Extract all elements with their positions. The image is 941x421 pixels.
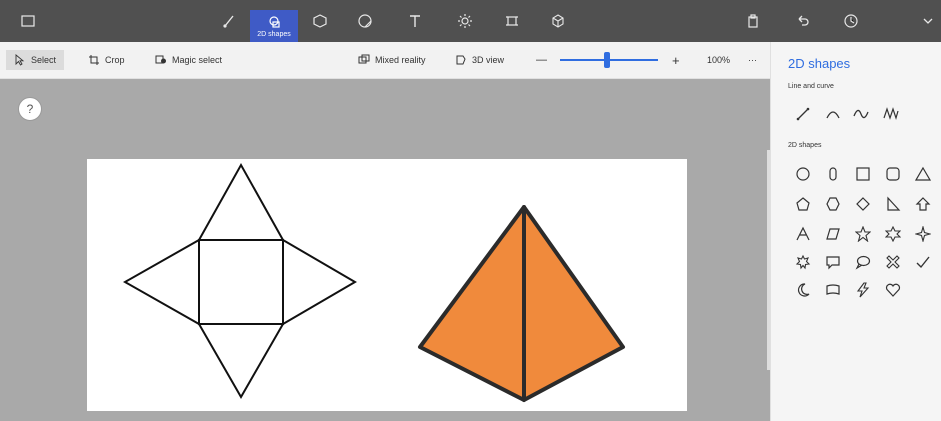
- canvas-icon[interactable]: [494, 0, 530, 42]
- net-triangle-bottom: [197, 323, 285, 400]
- cursor-icon: [15, 54, 25, 66]
- magic-select-button[interactable]: Magic select: [155, 50, 222, 70]
- line-icon[interactable]: [793, 104, 813, 124]
- select-label: Select: [31, 55, 57, 65]
- speech-bubble-round-icon[interactable]: [853, 252, 873, 272]
- square-pyramid[interactable]: [418, 205, 625, 402]
- net-triangle-left: [122, 238, 200, 326]
- cross-icon[interactable]: [883, 252, 903, 272]
- rounded-square-icon[interactable]: [883, 164, 903, 184]
- mixed-reality-icon: [358, 54, 370, 64]
- circle-icon[interactable]: [793, 164, 813, 184]
- zoom-out-button[interactable]: —: [536, 50, 547, 70]
- menu-icon[interactable]: [10, 0, 46, 42]
- stickers-icon[interactable]: [347, 0, 383, 42]
- wave-curve-icon[interactable]: [881, 104, 901, 124]
- panel-title: 2D shapes: [788, 56, 851, 71]
- pentagon-icon[interactable]: [793, 194, 813, 214]
- app-toolbar: 2D shapes: [0, 0, 941, 42]
- 3d-shapes-icon[interactable]: [302, 0, 338, 42]
- shape-section-label: 2D shapes: [788, 142, 822, 149]
- 3d-view-icon: [456, 55, 466, 65]
- square-icon[interactable]: [853, 164, 873, 184]
- s-curve-icon[interactable]: [851, 104, 871, 124]
- help-button[interactable]: ?: [18, 97, 42, 121]
- line-section-label: Line and curve: [788, 83, 834, 90]
- 3d-view-label: 3D view: [472, 55, 505, 65]
- heart-icon[interactable]: [883, 280, 903, 300]
- zoom-level: 100%: [707, 55, 731, 65]
- hexagon-icon[interactable]: [823, 194, 843, 214]
- net-triangle-right: [282, 238, 357, 326]
- chevron-down-icon[interactable]: [915, 0, 941, 42]
- crop-button[interactable]: Crop: [88, 50, 125, 70]
- checkmark-icon[interactable]: [913, 252, 933, 272]
- crop-label: Crop: [105, 55, 125, 65]
- letter-a-triangle-icon[interactable]: [793, 224, 813, 244]
- star-4-icon[interactable]: [913, 224, 933, 244]
- lightning-icon[interactable]: [853, 280, 873, 300]
- effects-icon[interactable]: [447, 0, 483, 42]
- parallelogram-icon[interactable]: [823, 224, 843, 244]
- select-button[interactable]: Select: [6, 50, 65, 70]
- crescent-icon[interactable]: [793, 280, 813, 300]
- starburst-icon[interactable]: [793, 252, 813, 272]
- speech-bubble-rect-icon[interactable]: [823, 252, 843, 272]
- shapes-panel: 2D shapes Line and curve 2D shapes: [770, 42, 941, 421]
- pyramid-net[interactable]: [122, 162, 357, 400]
- zoom-in-button[interactable]: +: [672, 50, 680, 70]
- brushes-icon[interactable]: [212, 0, 248, 42]
- triangle-icon[interactable]: [913, 164, 933, 184]
- mixed-reality-button[interactable]: Mixed reality: [358, 50, 426, 70]
- workspace: ?: [0, 79, 770, 421]
- drawing: [122, 162, 625, 402]
- banner-icon[interactable]: [823, 280, 843, 300]
- paste-icon[interactable]: [735, 0, 771, 42]
- arrow-up-icon[interactable]: [913, 194, 933, 214]
- ellipse-icon[interactable]: [823, 164, 843, 184]
- curve-icon[interactable]: [823, 104, 843, 124]
- pyramid-right-face: [522, 205, 625, 402]
- zoom-slider-thumb[interactable]: [604, 52, 610, 68]
- history-icon[interactable]: [833, 0, 869, 42]
- net-triangle-top: [197, 162, 285, 241]
- more-options-button[interactable]: ···: [748, 50, 757, 70]
- tab-2d-shapes-label: 2D shapes: [257, 30, 291, 38]
- magic-select-icon: [155, 55, 166, 64]
- mixed-reality-label: Mixed reality: [375, 55, 426, 65]
- tab-2d-shapes[interactable]: 2D shapes: [250, 10, 298, 42]
- pyramid-left-face: [418, 205, 526, 402]
- crop-icon: [89, 55, 99, 65]
- 3d-view-button[interactable]: 3D view: [455, 50, 504, 70]
- star-6-icon[interactable]: [883, 224, 903, 244]
- 3d-library-icon[interactable]: [540, 0, 576, 42]
- diamond-icon[interactable]: [853, 194, 873, 214]
- text-icon[interactable]: [397, 0, 433, 42]
- 2d-shapes-icon: [269, 15, 280, 28]
- right-triangle-icon[interactable]: [883, 194, 903, 214]
- undo-icon[interactable]: [785, 0, 821, 42]
- star-5-icon[interactable]: [853, 224, 873, 244]
- magic-select-label: Magic select: [172, 55, 223, 65]
- net-square-base: [198, 239, 284, 325]
